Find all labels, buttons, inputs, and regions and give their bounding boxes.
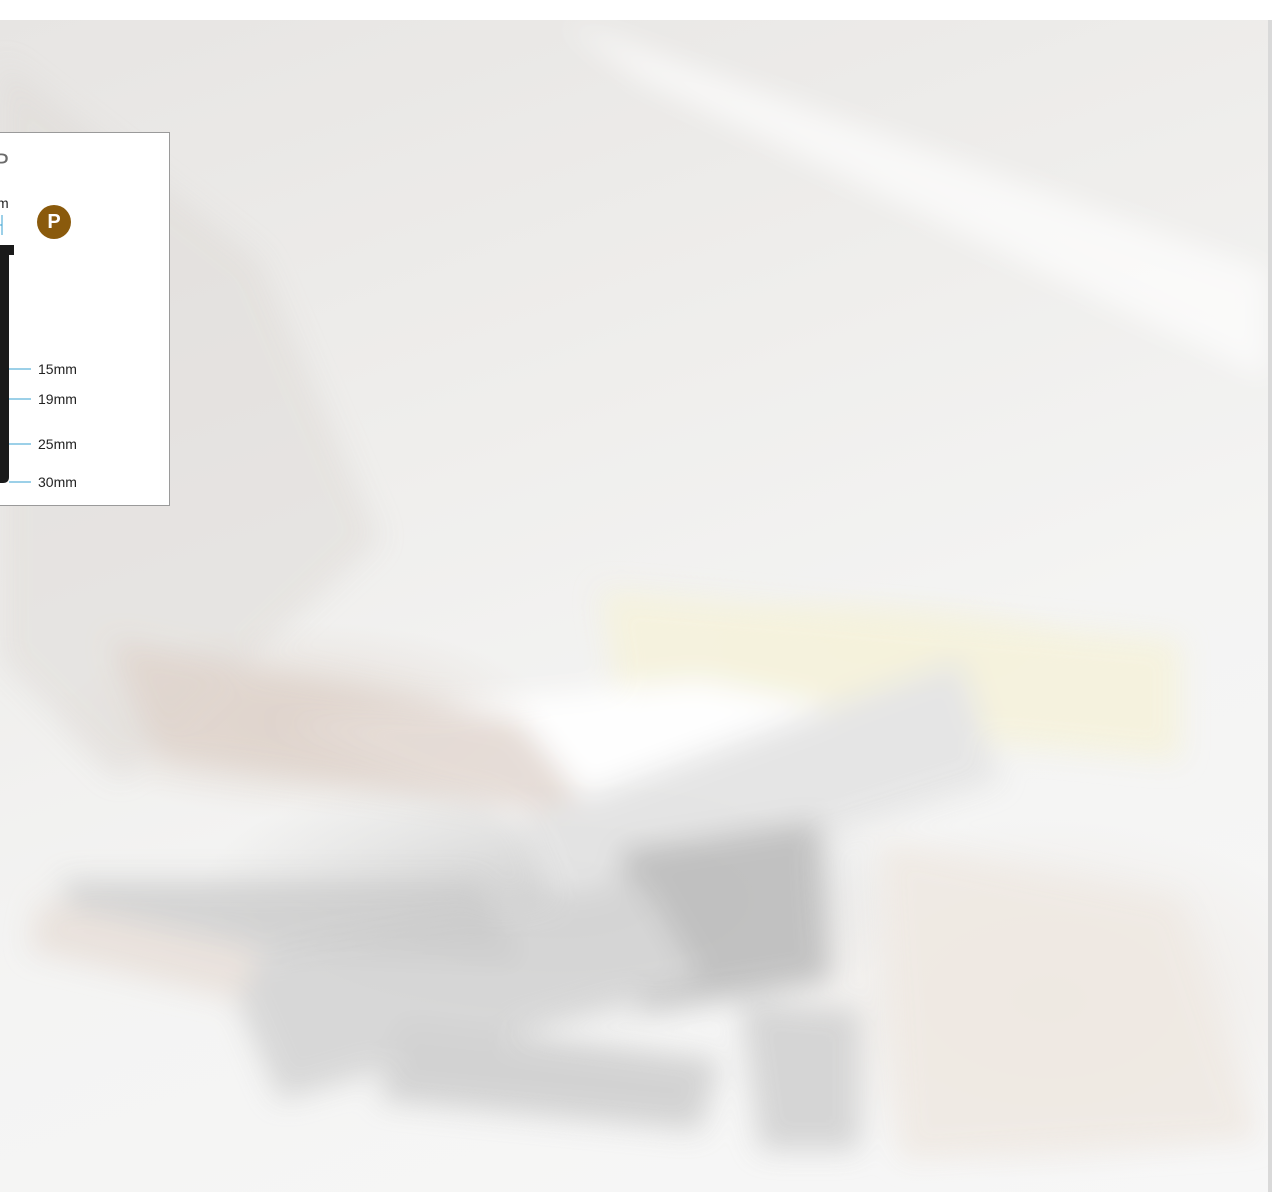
profile-cross-section [0, 245, 14, 483]
dimension-label-15mm: 15mm [38, 361, 77, 377]
dimension-label-30mm: 30mm [38, 474, 77, 490]
profile-spec-card: P m P 15mm 19mm 25mm 30mm [0, 132, 170, 506]
dimension-label-25mm: 25mm [38, 436, 77, 452]
page-edge [1268, 20, 1272, 1192]
tools-photo [0, 20, 1268, 1160]
profile-badge-icon: P [37, 205, 71, 239]
profile-diagram [0, 215, 31, 483]
background-photo [0, 20, 1268, 1192]
dimension-label-19mm: 19mm [38, 391, 77, 407]
